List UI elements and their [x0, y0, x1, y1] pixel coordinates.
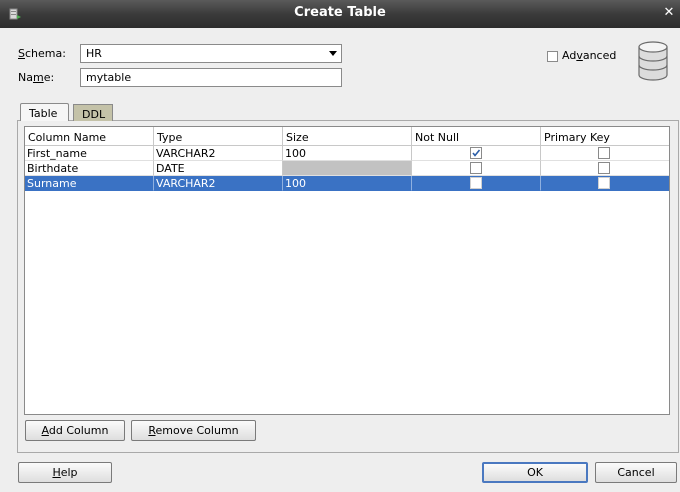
header-not-null[interactable]: Not Null	[412, 127, 541, 145]
name-label: Name:	[18, 71, 55, 84]
not-null-checkbox[interactable]	[470, 147, 482, 159]
cell-not-null	[412, 176, 541, 191]
header-size[interactable]: Size	[283, 127, 412, 145]
header-type[interactable]: Type	[154, 127, 283, 145]
ok-button[interactable]: OK	[482, 462, 588, 483]
cell-type[interactable]: VARCHAR2	[154, 176, 283, 191]
cell-column-name[interactable]: Surname	[25, 176, 154, 191]
cell-size[interactable]: 100	[283, 146, 412, 161]
title-bar: Create Table ✕	[0, 0, 680, 28]
not-null-checkbox[interactable]	[470, 177, 482, 189]
schema-label: Schema:	[18, 47, 66, 60]
table-row[interactable]: Birthdate DATE	[25, 161, 669, 176]
table-row-selected[interactable]: Surname VARCHAR2 100	[25, 176, 669, 191]
columns-table: Column Name Type Size Not Null Primary K…	[24, 126, 670, 415]
not-null-checkbox[interactable]	[470, 162, 482, 174]
header-column-name[interactable]: Column Name	[25, 127, 154, 145]
tab-ddl[interactable]: DDL	[73, 104, 113, 121]
cell-not-null	[412, 146, 541, 161]
schema-value: HR	[86, 47, 102, 60]
add-column-button[interactable]: Add Column	[25, 420, 125, 441]
primary-key-checkbox[interactable]	[598, 147, 610, 159]
chevron-down-icon[interactable]	[329, 51, 337, 56]
table-header: Column Name Type Size Not Null Primary K…	[25, 127, 669, 146]
primary-key-checkbox[interactable]	[598, 177, 610, 189]
window-title: Create Table	[294, 5, 386, 20]
tab-table[interactable]: Table	[20, 103, 69, 121]
remove-column-button[interactable]: Remove Column	[131, 420, 256, 441]
database-icon	[638, 41, 668, 81]
cell-column-name[interactable]: First_name	[25, 146, 154, 161]
cell-primary-key	[541, 176, 669, 191]
cell-type[interactable]: DATE	[154, 161, 283, 176]
cell-size-disabled	[283, 161, 412, 176]
cancel-button[interactable]: Cancel	[595, 462, 677, 483]
table-name-input[interactable]	[80, 68, 342, 87]
advanced-checkbox[interactable]	[547, 51, 558, 62]
cell-column-name[interactable]: Birthdate	[25, 161, 154, 176]
cell-primary-key	[541, 161, 669, 176]
check-icon	[472, 149, 481, 157]
header-primary-key[interactable]: Primary Key	[541, 127, 669, 145]
advanced-label: Advanced	[562, 49, 617, 62]
close-icon[interactable]: ✕	[662, 6, 676, 20]
schema-select[interactable]: HR	[80, 44, 342, 63]
help-button[interactable]: Help	[18, 462, 112, 483]
cell-primary-key	[541, 146, 669, 161]
primary-key-checkbox[interactable]	[598, 162, 610, 174]
cell-type[interactable]: VARCHAR2	[154, 146, 283, 161]
cell-not-null	[412, 161, 541, 176]
table-row[interactable]: First_name VARCHAR2 100	[25, 146, 669, 161]
cell-size[interactable]: 100	[283, 176, 412, 191]
